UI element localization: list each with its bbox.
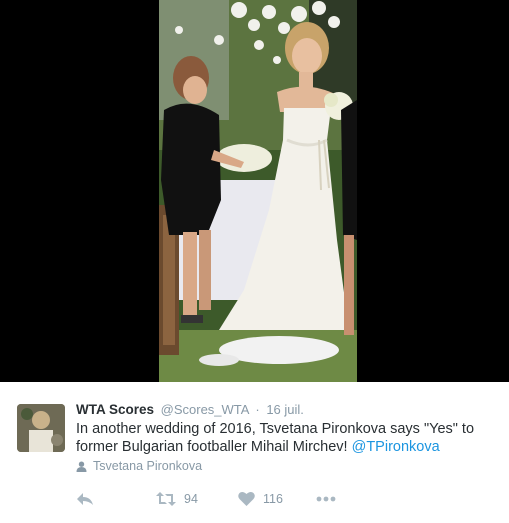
tweet-header: WTA Scores @Scores_WTA · 16 juil. (76, 402, 499, 418)
avatar[interactable] (17, 404, 65, 452)
tweet-date[interactable]: 16 juil. (266, 402, 304, 417)
tweet-actions: 94 116 (76, 490, 376, 510)
retweet-icon (156, 492, 176, 506)
avatar-image (17, 404, 65, 452)
wedding-photo-illustration (159, 0, 357, 382)
heart-icon (238, 491, 255, 506)
tweet-text: In another wedding of 2016, Tsvetana Pir… (76, 420, 476, 456)
tagged-person[interactable]: Tsvetana Pironkova (76, 458, 202, 476)
tagged-person-label: Tsvetana Pironkova (93, 459, 203, 473)
author-handle[interactable]: @Scores_WTA (161, 402, 249, 417)
tweet-card: WTA Scores @Scores_WTA · 16 juil. In ano… (0, 382, 509, 523)
header-separator: · (255, 402, 260, 417)
more-button[interactable] (316, 490, 336, 508)
person-icon (76, 460, 87, 476)
wedding-photo[interactable] (159, 0, 357, 382)
more-icon (316, 496, 336, 502)
retweet-count: 94 (184, 492, 198, 506)
tweet-media[interactable] (0, 0, 509, 382)
reply-icon (77, 493, 93, 505)
retweet-button[interactable]: 94 (156, 490, 198, 508)
reply-button[interactable] (76, 490, 94, 508)
mention-link[interactable]: @TPironkova (352, 439, 440, 455)
like-count: 116 (263, 492, 283, 506)
like-button[interactable]: 116 (238, 490, 283, 508)
author-name[interactable]: WTA Scores (76, 402, 154, 417)
